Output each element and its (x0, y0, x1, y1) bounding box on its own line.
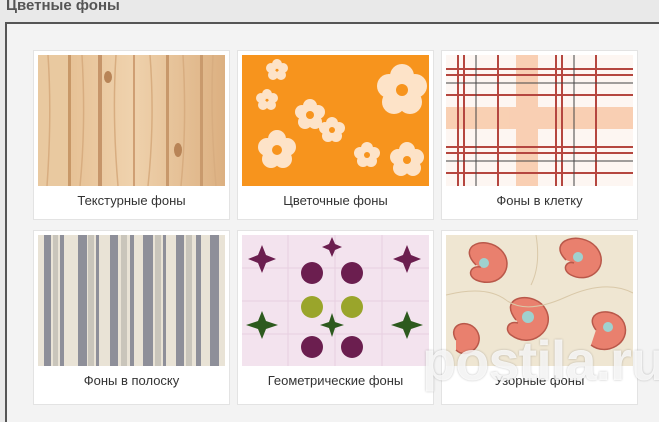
stripe-pattern-thumbnail[interactable] (38, 235, 225, 366)
flower-pattern-thumbnail[interactable] (242, 55, 429, 186)
category-card-plaid[interactable]: Фоны в клетку (441, 50, 638, 220)
category-caption[interactable]: Фоны в клетку (442, 193, 637, 208)
wood-texture-thumbnail[interactable] (38, 55, 225, 186)
category-card-geometric[interactable]: Геометрические фоны (237, 230, 434, 405)
category-card-stripes[interactable]: Фоны в полоску (33, 230, 230, 405)
category-caption[interactable]: Текстурные фоны (34, 193, 229, 208)
plaid-pattern-thumbnail[interactable] (446, 55, 633, 186)
geometric-pattern-thumbnail[interactable] (242, 235, 429, 366)
category-card-flowers[interactable]: Цветочные фоны (237, 50, 434, 220)
watermark-logo: postila.ru (422, 329, 659, 392)
category-caption[interactable]: Цветочные фоны (238, 193, 433, 208)
category-caption[interactable]: Фоны в полоску (34, 373, 229, 388)
category-card-texture[interactable]: Текстурные фоны (33, 50, 230, 220)
category-caption[interactable]: Геометрические фоны (238, 373, 433, 388)
section-title: Цветные фоны (6, 0, 120, 14)
